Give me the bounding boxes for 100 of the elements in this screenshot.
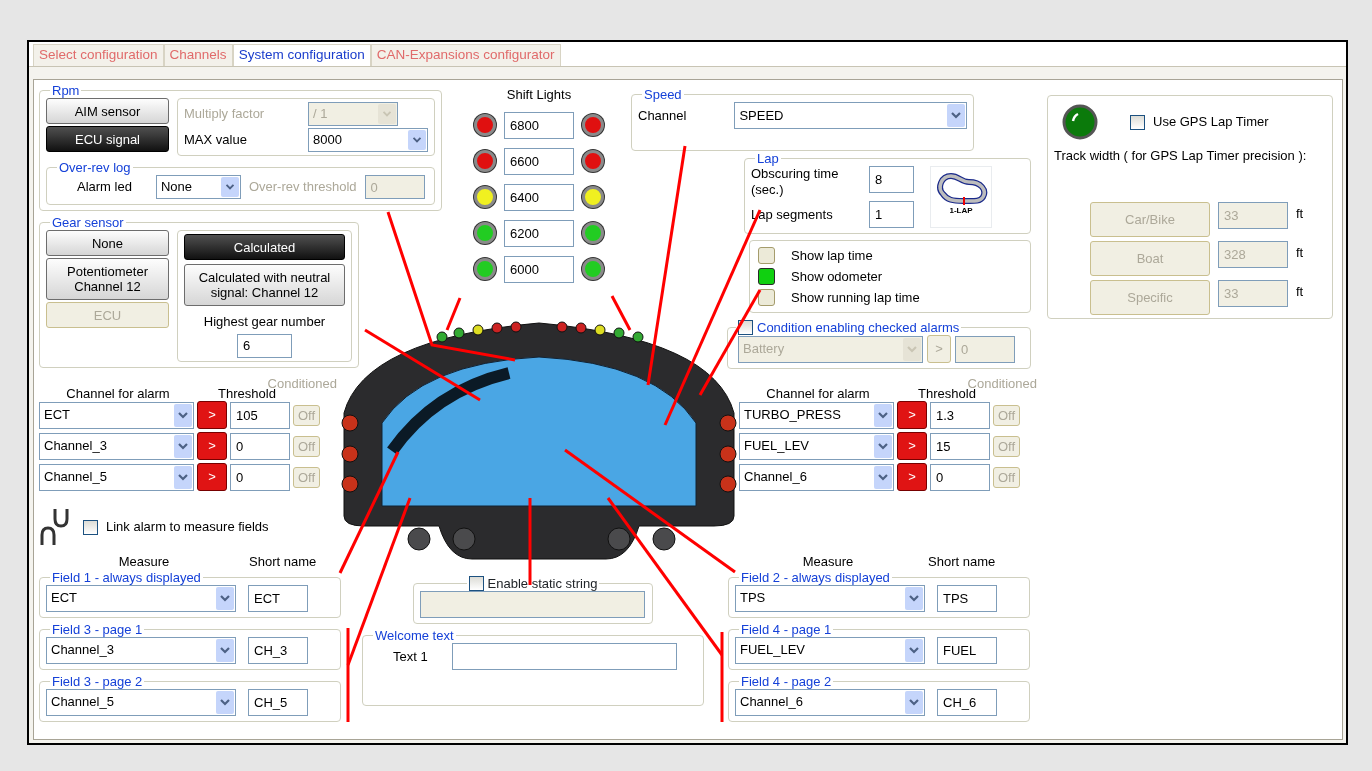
group-title: Lap <box>756 151 780 166</box>
group-title: Enable static string <box>487 576 598 591</box>
dropdown[interactable]: Channel_5 <box>39 463 194 491</box>
dropdown[interactable]: 8000 <box>308 128 428 152</box>
dropdown[interactable]: TPS <box>735 584 925 612</box>
text-field[interactable]: 6600 <box>504 147 574 175</box>
text-field[interactable]: 6200 <box>504 219 574 247</box>
section-title: Shift Lights <box>506 87 572 103</box>
field-label: MAX value <box>184 132 248 148</box>
group-title: Condition enabling checked alarms <box>757 320 960 336</box>
text-field[interactable]: 1.3 <box>930 401 990 429</box>
field-label: Obscuring time (sec.) <box>751 166 840 198</box>
button[interactable]: None <box>46 230 169 256</box>
group-title: Welcome text <box>374 628 455 643</box>
chevron-down-icon <box>174 403 192 427</box>
operator-button[interactable]: > <box>897 463 927 492</box>
group-title: Field 4 - page 2 <box>740 673 833 689</box>
unit-label: ft <box>1296 243 1304 261</box>
field-label: Track width ( for GPS Lap Timer precision ): <box>1054 148 1308 164</box>
chevron-down-icon <box>216 586 234 610</box>
text-field[interactable]: 1 <box>869 201 914 229</box>
column-header: Short name <box>928 554 996 570</box>
text-field[interactable]: 6800 <box>504 111 574 139</box>
column-header: Short name <box>249 554 317 570</box>
text-field[interactable] <box>451 643 677 670</box>
group-title: Speed <box>643 87 683 102</box>
checkbox-label: Show lap time <box>791 247 873 264</box>
text-field[interactable]: FUEL <box>937 636 997 664</box>
field-label: Multiply factor <box>184 106 266 122</box>
text-field[interactable]: 0 <box>230 463 290 491</box>
chevron-down-icon <box>378 104 396 124</box>
dropdown[interactable]: Channel_6 <box>739 463 894 491</box>
checkbox[interactable] <box>758 289 775 307</box>
dropdown[interactable]: Channel_3 <box>39 432 194 460</box>
chevron-down-icon <box>947 104 965 127</box>
chevron-down-icon <box>874 434 892 458</box>
operator-button[interactable]: > <box>197 432 227 461</box>
text-field[interactable]: 6 <box>237 333 292 358</box>
dropdown[interactable]: TURBO_PRESS <box>739 401 894 429</box>
chevron-down-icon <box>905 690 923 714</box>
button[interactable]: AIM sensor <box>46 98 169 124</box>
group-title: Over-rev log <box>58 160 132 175</box>
text-field[interactable]: CH_6 <box>937 688 997 716</box>
checkbox-label: Show odometer <box>791 268 883 285</box>
field-label: Alarm led <box>77 179 132 195</box>
checkbox-label: Link alarm to measure fields <box>106 519 269 535</box>
dropdown[interactable]: ECT <box>46 584 236 612</box>
checkbox-label: Show running lap time <box>791 289 920 306</box>
operator-button[interactable]: > <box>897 432 927 461</box>
group-title: Gear sensor <box>51 215 125 230</box>
button[interactable]: Potentiometer Channel 12 <box>46 258 169 300</box>
text-field[interactable]: 0 <box>230 432 290 460</box>
unit-label: ft <box>1296 282 1304 300</box>
operator-button[interactable]: > <box>197 463 227 492</box>
group-title: Field 2 - always displayed <box>740 569 891 585</box>
chevron-down-icon <box>874 403 892 427</box>
chevron-down-icon <box>905 586 923 610</box>
text-field[interactable]: 8 <box>869 166 914 193</box>
field-label: Channel <box>638 107 687 124</box>
dropdown[interactable]: Channel_6 <box>735 688 925 716</box>
chevron-down-icon <box>174 465 192 489</box>
operator-button[interactable]: > <box>897 401 927 430</box>
checkbox[interactable] <box>468 576 484 591</box>
text-field[interactable]: 15 <box>930 432 990 460</box>
dropdown[interactable]: Channel_3 <box>46 636 236 664</box>
operator-button[interactable]: > <box>197 401 227 430</box>
checkbox[interactable] <box>758 247 775 265</box>
group-title: Field 3 - page 1 <box>51 621 144 637</box>
dropdown[interactable]: None <box>155 175 241 199</box>
button[interactable]: Calculated with neutral signal: Channel 12 <box>184 264 345 306</box>
text-field[interactable]: 6400 <box>504 183 574 211</box>
track-caption: 1-LAP <box>949 206 973 215</box>
button[interactable]: ECU signal <box>46 126 169 152</box>
dropdown[interactable]: Channel_5 <box>46 688 236 716</box>
field-label: Text 1 <box>393 648 428 665</box>
status-light-icon <box>1062 104 1098 140</box>
text-field[interactable]: 6000 <box>504 255 574 283</box>
chevron-down-icon <box>216 638 234 662</box>
group-title: Field 1 - always displayed <box>51 569 202 585</box>
text-field[interactable]: TPS <box>937 584 997 612</box>
text-field[interactable]: 0 <box>930 463 990 491</box>
chevron-down-icon <box>874 465 892 489</box>
leader-line <box>610 295 632 331</box>
button[interactable]: Calculated <box>184 234 345 260</box>
text-field[interactable]: CH_5 <box>248 688 308 716</box>
dropdown[interactable]: FUEL_LEV <box>739 432 894 460</box>
tab[interactable]: System configuration <box>232 44 371 66</box>
chevron-down-icon <box>216 690 234 714</box>
field-label: Highest gear number <box>203 314 326 330</box>
group-title: Field 3 - page 2 <box>51 673 144 689</box>
column-header: Channel for alarm <box>65 385 171 402</box>
dropdown[interactable]: FUEL_LEV <box>735 636 925 664</box>
checkbox[interactable] <box>758 268 775 286</box>
text-field[interactable]: CH_3 <box>248 636 308 664</box>
dropdown[interactable]: ECT <box>39 401 194 429</box>
text-field[interactable]: ECT <box>248 584 308 612</box>
dropdown[interactable]: SPEED <box>734 102 967 129</box>
chevron-down-icon <box>174 434 192 458</box>
checkbox[interactable] <box>83 519 98 535</box>
text-field[interactable]: 105 <box>230 401 290 429</box>
